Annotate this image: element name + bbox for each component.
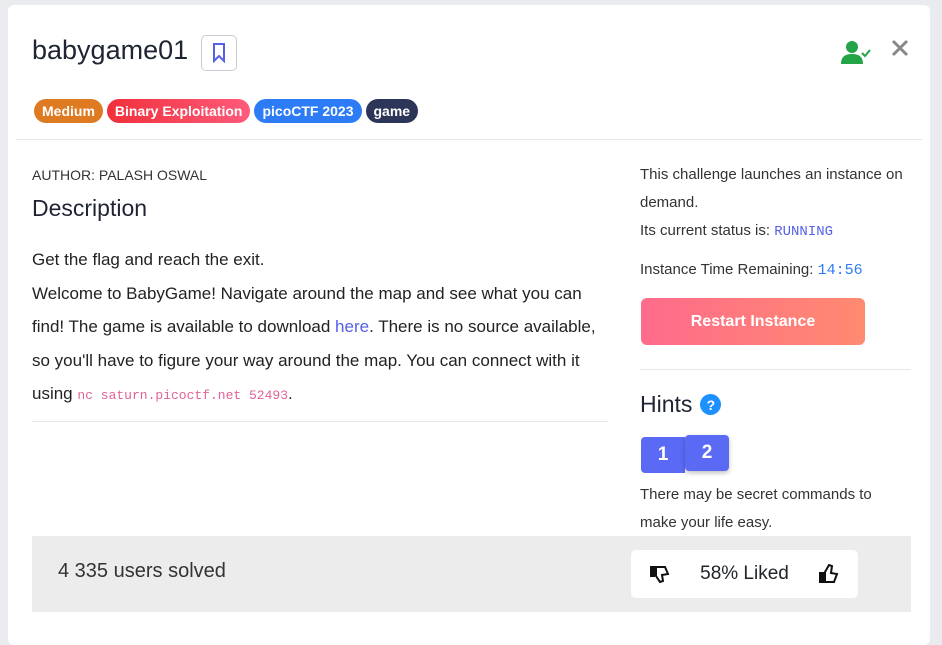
tag-event: picoCTF 2023 <box>254 99 362 123</box>
instance-time: Instance Time Remaining: 14:56 <box>640 261 863 279</box>
download-link[interactable]: here <box>335 317 369 336</box>
bookmark-button[interactable] <box>201 35 237 71</box>
status-value: RUNNING <box>774 224 834 240</box>
divider <box>640 369 911 370</box>
bookmark-icon <box>213 43 225 63</box>
instance-status: Its current status is: RUNNING <box>640 222 833 240</box>
like-widget: 58% Liked <box>631 550 858 598</box>
liked-percent: 58% Liked <box>700 563 789 584</box>
hint-buttons: 1 2 <box>641 435 729 473</box>
time-value: 14:56 <box>817 262 863 279</box>
tag-game: game <box>365 99 419 123</box>
thumbs-down-icon[interactable] <box>649 564 671 584</box>
help-icon[interactable]: ? <box>700 394 722 415</box>
user-solved-icon <box>841 41 871 64</box>
hints-title: Hints <box>640 391 693 417</box>
thumbs-up-icon[interactable] <box>818 564 840 584</box>
nc-command: nc saturn.picoctf.net 52493 <box>77 388 289 403</box>
close-icon[interactable] <box>891 39 909 57</box>
challenge-modal: babygame01 Medium Binary Exploitation pi… <box>8 5 930 645</box>
hint-1-button[interactable]: 1 <box>641 437 685 473</box>
tag-list: Medium Binary Exploitation picoCTF 2023 … <box>34 99 419 123</box>
hint-text: There may be secret commands to make you… <box>640 486 872 531</box>
instance-info: This challenge launches an instance on d… <box>640 166 903 211</box>
challenge-title: babygame01 <box>32 35 189 65</box>
hint-2-button[interactable]: 2 <box>685 435 729 471</box>
divider <box>32 421 608 422</box>
author: AUTHOR: PALASH OSWAL <box>32 167 208 183</box>
time-label: Instance Time Remaining: <box>640 261 818 278</box>
hints-heading: Hints? <box>640 391 722 418</box>
description-line: Get the flag and reach the exit. <box>32 250 265 269</box>
status-label: Its current status is: <box>640 222 775 239</box>
restart-instance-button[interactable]: Restart Instance <box>641 298 865 345</box>
description: Get the flag and reach the exit. Welcome … <box>32 243 602 413</box>
solved-count: 4 335 users solved <box>58 560 226 582</box>
tag-category: Binary Exploitation <box>106 99 251 123</box>
description-text: . <box>288 384 293 403</box>
description-heading: Description <box>32 195 148 221</box>
tag-difficulty: Medium <box>34 99 103 123</box>
divider <box>16 139 922 140</box>
